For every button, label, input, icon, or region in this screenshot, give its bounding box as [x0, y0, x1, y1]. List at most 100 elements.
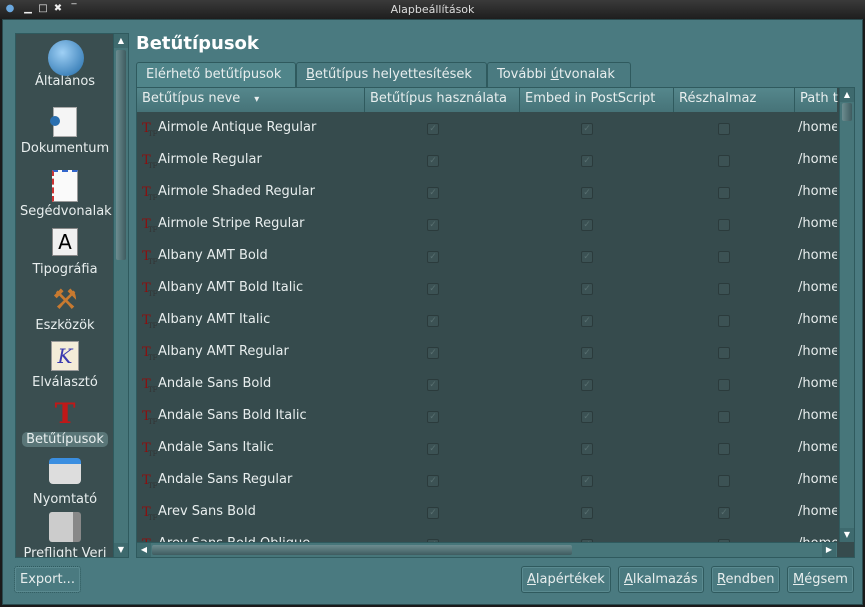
checkbox-subset[interactable]: [718, 219, 730, 231]
table-row[interactable]: T TF Albany AMT Bold Italic ✓ ✓ /home: [137, 272, 837, 304]
checkbox-embed[interactable]: ✓: [581, 283, 593, 295]
table-row[interactable]: T TF Albany AMT Regular ✓ ✓ /home: [137, 336, 837, 368]
checkbox-subset[interactable]: [718, 347, 730, 359]
sidebar-item-document[interactable]: Dokumentum: [16, 107, 114, 156]
sidebar-item-general-globe[interactable]: Általános: [16, 40, 114, 89]
sidebar-item-fonts[interactable]: T Betűtípusok: [16, 398, 114, 447]
scroll-down-icon[interactable]: ▼: [114, 543, 128, 557]
checkbox-embed[interactable]: ✓: [581, 219, 593, 231]
checkbox-embed[interactable]: ✓: [581, 155, 593, 167]
checkbox-embed[interactable]: ✓: [581, 347, 593, 359]
cancel-button[interactable]: Mégsem: [787, 566, 854, 593]
ok-button[interactable]: Rendben: [711, 566, 781, 593]
table-vertical-scrollbar[interactable]: ▲ ▼: [839, 88, 854, 542]
checkbox-subset[interactable]: [718, 155, 730, 167]
column-header-subset[interactable]: Részhalmaz: [674, 88, 795, 112]
defaults-button[interactable]: Alapértékek: [521, 566, 611, 593]
checkbox-use[interactable]: ✓: [427, 187, 439, 199]
table-row[interactable]: T TF Albany AMT Italic ✓ ✓ /home: [137, 304, 837, 336]
table-row[interactable]: T TF Andale Sans Italic ✓ ✓ /home: [137, 432, 837, 464]
sidebar-item-preflight[interactable]: Preflight Veri: [16, 512, 114, 557]
tab-additional-paths[interactable]: További útvonalak: [487, 62, 631, 87]
checkbox-subset[interactable]: [718, 379, 730, 391]
sidebar-item-typography[interactable]: A Tipográfia: [16, 228, 114, 277]
checkbox-subset[interactable]: [718, 187, 730, 199]
general-globe-icon: [48, 40, 84, 76]
truetype-font-icon: TTF: [142, 441, 158, 459]
truetype-font-icon: TTF: [142, 281, 158, 299]
preflight-icon: [48, 512, 82, 544]
checkbox-use[interactable]: ✓: [427, 315, 439, 327]
hammer-icon: ⚒: [52, 283, 78, 316]
header-label: Betűtípus neve: [142, 91, 241, 106]
scroll-thumb[interactable]: [116, 50, 126, 260]
checkbox-use[interactable]: ✓: [427, 251, 439, 263]
sidebar-item-printer[interactable]: Nyomtató: [16, 455, 114, 507]
scroll-right-icon[interactable]: ▶: [822, 543, 836, 557]
checkbox-use[interactable]: ✓: [427, 123, 439, 135]
table-horizontal-scrollbar[interactable]: ◀ ▶: [137, 542, 837, 557]
sort-descending-icon: ▾: [254, 94, 260, 105]
checkbox-embed[interactable]: ✓: [581, 507, 593, 519]
checkbox-embed[interactable]: ✓: [581, 475, 593, 487]
sidebar-item-hyphenator[interactable]: K Elválasztó: [16, 341, 114, 390]
scroll-down-icon[interactable]: ▼: [840, 528, 854, 542]
checkbox-subset[interactable]: [718, 251, 730, 263]
sidebar-item-guides[interactable]: Segédvonalak: [16, 170, 114, 219]
tab-font-substitutions[interactable]: Betűtípus helyettesítések: [296, 62, 487, 87]
checkbox-embed[interactable]: ✓: [581, 443, 593, 455]
checkbox-embed[interactable]: ✓: [581, 411, 593, 423]
table-row[interactable]: T TF Albany AMT Bold ✓ ✓ /home: [137, 240, 837, 272]
table-row[interactable]: T TF Airmole Stripe Regular ✓ ✓ /home: [137, 208, 837, 240]
checkbox-subset[interactable]: [718, 475, 730, 487]
scroll-up-icon[interactable]: ▲: [114, 34, 128, 48]
table-row[interactable]: T TF Arev Sans Bold ✓ ✓ ✓ /home: [137, 496, 837, 528]
checkbox-subset[interactable]: ✓: [718, 507, 730, 519]
checkbox-use[interactable]: ✓: [427, 155, 439, 167]
checkbox-use[interactable]: ✓: [427, 347, 439, 359]
table-row[interactable]: T TF Andale Sans Regular ✓ ✓ /home: [137, 464, 837, 496]
checkbox-embed[interactable]: ✓: [581, 251, 593, 263]
window-title: Alapbeállítások: [390, 3, 475, 16]
sidebar-item-hammer[interactable]: ⚒ Eszközök: [16, 283, 114, 334]
tab-available-fonts[interactable]: Elérhető betűtípusok: [136, 62, 296, 88]
scroll-thumb[interactable]: [842, 103, 852, 121]
checkbox-subset[interactable]: [718, 443, 730, 455]
font-path: /home: [798, 216, 837, 231]
scroll-up-icon[interactable]: ▲: [840, 88, 854, 102]
apply-button[interactable]: Alkalmazás: [618, 566, 704, 593]
font-path: /home: [798, 344, 837, 359]
checkbox-subset[interactable]: [718, 123, 730, 135]
checkbox-embed[interactable]: ✓: [581, 379, 593, 391]
checkbox-use[interactable]: ✓: [427, 411, 439, 423]
checkbox-use[interactable]: ✓: [427, 283, 439, 295]
sidebar-scrollbar[interactable]: ▲ ▼: [113, 34, 128, 557]
table-row[interactable]: T TF Airmole Shaded Regular ✓ ✓ /home: [137, 176, 837, 208]
checkbox-subset[interactable]: [718, 315, 730, 327]
truetype-font-icon: TTF: [142, 153, 158, 171]
table-row[interactable]: T TF Andale Sans Bold ✓ ✓ /home: [137, 368, 837, 400]
column-header-embed[interactable]: Embed in PostScript: [520, 88, 674, 112]
font-path: /home: [798, 504, 837, 519]
checkbox-subset[interactable]: [718, 283, 730, 295]
table-row[interactable]: T TF Airmole Regular ✓ ✓ /home: [137, 144, 837, 176]
checkbox-use[interactable]: ✓: [427, 379, 439, 391]
checkbox-use[interactable]: ✓: [427, 475, 439, 487]
column-header-path[interactable]: Path t: [795, 88, 845, 112]
column-header-name[interactable]: Betűtípus neve ▾: [137, 88, 365, 112]
export-button[interactable]: Export...: [14, 566, 81, 593]
scroll-thumb[interactable]: [152, 545, 572, 555]
checkbox-use[interactable]: ✓: [427, 219, 439, 231]
column-header-use[interactable]: Betűtípus használata: [365, 88, 520, 112]
table-row[interactable]: T TF Andale Sans Bold Italic ✓ ✓ /home: [137, 400, 837, 432]
table-row[interactable]: T TF Airmole Antique Regular ✓ ✓ /home: [137, 112, 837, 144]
guides-icon: [48, 170, 82, 202]
sidebar-item-label: Dokumentum: [20, 141, 110, 156]
checkbox-use[interactable]: ✓: [427, 507, 439, 519]
checkbox-embed[interactable]: ✓: [581, 123, 593, 135]
checkbox-embed[interactable]: ✓: [581, 187, 593, 199]
checkbox-use[interactable]: ✓: [427, 443, 439, 455]
checkbox-subset[interactable]: [718, 411, 730, 423]
scroll-left-icon[interactable]: ◀: [137, 543, 151, 557]
checkbox-embed[interactable]: ✓: [581, 315, 593, 327]
